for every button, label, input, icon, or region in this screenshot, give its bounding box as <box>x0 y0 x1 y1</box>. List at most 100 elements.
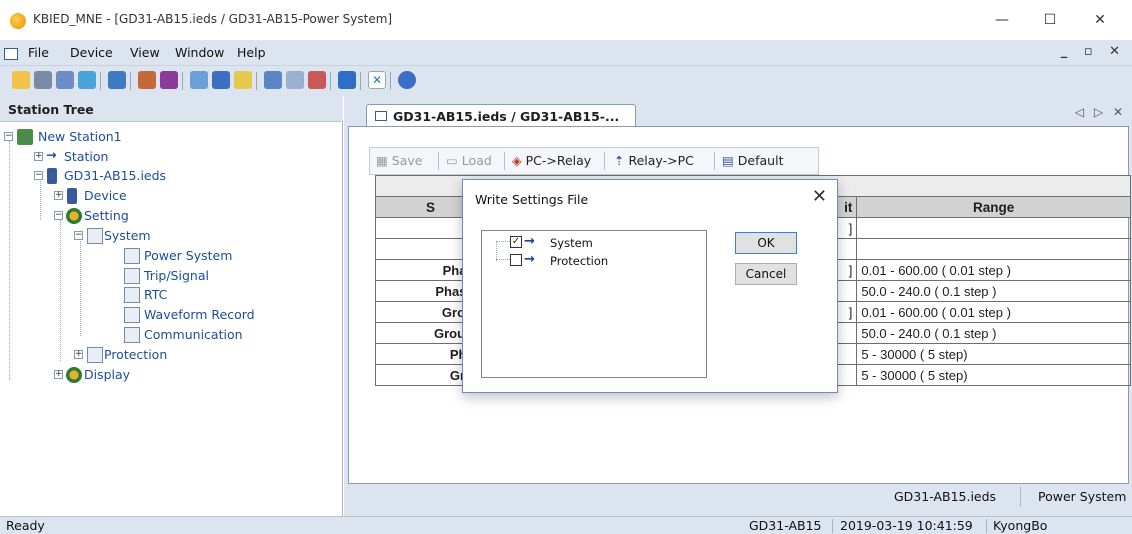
title-bar: KBIED_MNE - [GD31-AB15.ieds / GD31-AB15-… <box>0 0 1132 40</box>
status-ready: Ready <box>6 518 45 533</box>
column-header-range: Range <box>856 196 1131 218</box>
wrench-page-icon <box>124 287 140 303</box>
row-range: 50.0 - 240.0 ( 0.1 step ) <box>856 280 1131 302</box>
dialog-item-system[interactable]: ✓ → System <box>510 234 710 252</box>
tree-label: Station <box>64 149 109 164</box>
download-icon: ⇡ <box>614 153 625 168</box>
ok-button[interactable]: OK <box>735 232 797 254</box>
row-range <box>856 217 1131 239</box>
collapse-icon[interactable]: − <box>74 231 83 240</box>
status-bar: Ready GD31-AB15 2019-03-19 10:41:59 Kyon… <box>0 516 1132 534</box>
document-icon <box>375 111 387 121</box>
document-toolbar: ▦ Save ▭ Load ◈ PC->Relay ⇡ Relay->PC ▤ … <box>369 147 819 175</box>
toolbar-separator <box>130 72 131 90</box>
row-range <box>856 238 1131 260</box>
menu-device[interactable]: Device <box>70 45 113 60</box>
document-tab-label: GD31-AB15.ieds / GD31-AB15-... <box>393 109 620 124</box>
station-tree-title: Station Tree <box>8 102 94 117</box>
toolbar-separator <box>100 72 101 90</box>
tree-label: Trip/Signal <box>144 268 209 283</box>
tree-label: Display <box>84 367 131 382</box>
status-datetime: 2019-03-19 10:41:59 <box>840 518 973 533</box>
system-checkbox[interactable]: ✓ <box>510 236 522 248</box>
open-icon[interactable] <box>12 71 30 89</box>
menu-window[interactable]: Window <box>175 45 224 60</box>
tree-label: GD31-AB15.ieds <box>64 168 167 183</box>
toolbar-separator <box>714 152 715 170</box>
row-range: 0.01 - 600.00 ( 0.01 step ) <box>856 301 1131 323</box>
monitor-icon[interactable] <box>212 71 230 89</box>
tree-label: System <box>104 228 151 243</box>
tree-label: Waveform Record <box>144 307 255 322</box>
status-file: GD31-AB15.ieds <box>894 489 997 504</box>
help-icon[interactable] <box>398 71 416 89</box>
status-divider <box>1020 487 1021 507</box>
toolbar-separator <box>604 152 605 170</box>
tab-navigation[interactable]: ◁ ▷ ✕ <box>1075 105 1126 119</box>
cancel-button[interactable]: Cancel <box>735 263 797 285</box>
delete-icon[interactable]: ✕ <box>368 71 386 89</box>
grid-icon[interactable] <box>234 71 252 89</box>
gears-icon <box>66 367 82 383</box>
toolbar-separator <box>360 72 361 90</box>
tree-icon[interactable] <box>108 71 126 89</box>
write-settings-dialog: Write Settings File ✕ ✓ → System → Prote… <box>462 179 838 393</box>
folder-icon: ▭ <box>446 153 458 168</box>
default-button[interactable]: ▤ Default <box>722 153 783 168</box>
save-icon[interactable] <box>34 71 52 89</box>
status-divider <box>832 519 833 533</box>
print-icon[interactable] <box>190 71 208 89</box>
app-icon <box>10 13 26 29</box>
grid-icon: ▤ <box>722 153 734 168</box>
protection-checkbox[interactable] <box>510 254 522 266</box>
firmware-icon[interactable] <box>160 71 178 89</box>
save-icon: ▦ <box>376 153 388 168</box>
row-range: 50.0 - 240.0 ( 0.1 step ) <box>856 322 1131 344</box>
expand-icon[interactable]: + <box>74 350 83 359</box>
relay-to-pc-button[interactable]: ⇡ Relay->PC <box>614 153 694 168</box>
menu-help[interactable]: Help <box>237 45 266 60</box>
wrench-page-icon <box>87 228 103 244</box>
connect-icon[interactable] <box>56 71 74 89</box>
dialog-item-protection[interactable]: → Protection <box>510 252 710 270</box>
maximize-button[interactable]: ☐ <box>1030 8 1070 32</box>
toolbar-separator <box>182 72 183 90</box>
device-icon <box>47 168 57 184</box>
mdi-controls[interactable]: _ ▫ ✕ <box>1061 44 1126 59</box>
transfer-icon[interactable] <box>338 71 356 89</box>
menu-view[interactable]: View <box>130 45 160 60</box>
document-tab[interactable]: GD31-AB15.ieds / GD31-AB15-... <box>366 104 636 128</box>
window-title: KBIED_MNE - [GD31-AB15.ieds / GD31-AB15-… <box>33 12 393 26</box>
status-page: Power System <box>1038 489 1127 504</box>
tool-icon[interactable] <box>138 71 156 89</box>
wrench-page-icon <box>124 307 140 323</box>
table-icon[interactable] <box>264 71 282 89</box>
collapse-icon[interactable]: − <box>4 132 13 141</box>
device-icon <box>67 188 77 204</box>
line-icon[interactable] <box>286 71 304 89</box>
dialog-item-label: Protection <box>550 254 609 268</box>
expand-icon[interactable]: + <box>54 191 63 200</box>
tree-label: Setting <box>84 208 129 223</box>
dialog-title: Write Settings File <box>475 192 589 207</box>
dialog-close-button[interactable]: ✕ <box>812 186 827 207</box>
network-icon[interactable] <box>78 71 96 89</box>
station-tree-header: Station Tree <box>0 96 343 122</box>
upload-icon: ◈ <box>512 153 522 168</box>
menu-file[interactable]: File <box>28 45 49 60</box>
collapse-icon[interactable]: − <box>54 211 63 220</box>
pc-to-relay-button[interactable]: ◈ PC->Relay <box>512 153 591 168</box>
toolbar-separator <box>330 72 331 90</box>
arrow-right-icon: → <box>524 252 535 267</box>
collapse-icon[interactable]: − <box>34 171 43 180</box>
expand-icon[interactable]: + <box>54 370 63 379</box>
close-button[interactable]: ✕ <box>1080 8 1120 32</box>
save-button[interactable]: ▦ Save <box>376 153 422 168</box>
minimize-button[interactable]: — <box>982 8 1022 32</box>
row-range: 0.01 - 600.00 ( 0.01 step ) <box>856 259 1131 281</box>
wrench-page-icon <box>87 347 103 363</box>
line-red-icon[interactable] <box>308 71 326 89</box>
tree-label: Communication <box>144 327 243 342</box>
load-button[interactable]: ▭ Load <box>446 153 492 168</box>
expand-icon[interactable]: + <box>34 152 43 161</box>
